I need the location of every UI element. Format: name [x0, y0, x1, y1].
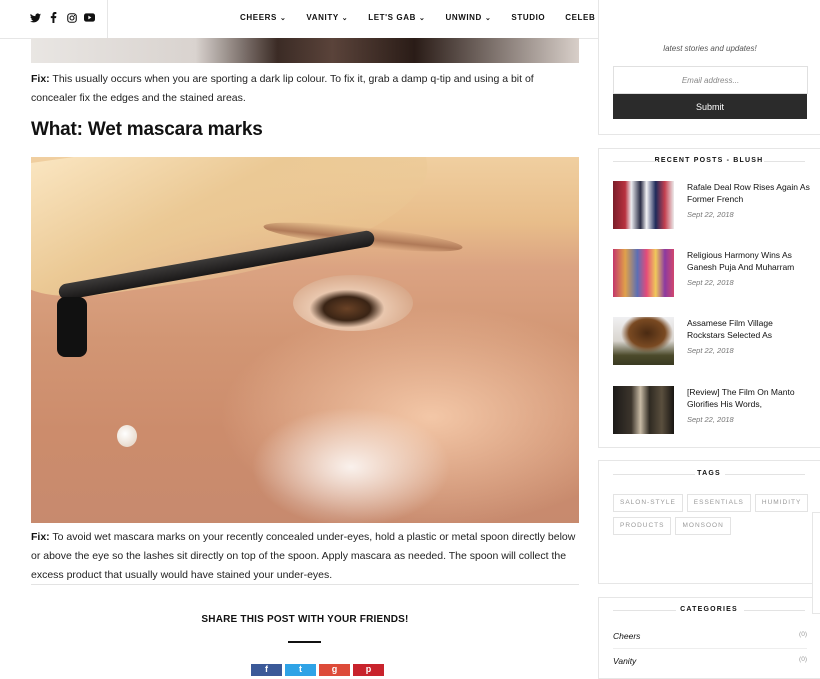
main-menu: CHEERS ⌄ VANITY ⌄ LET'S GAB ⌄ UNWIND ⌄ STUDI… — [240, 13, 644, 22]
twitter-icon[interactable] — [30, 12, 41, 23]
post-date: Sept 22, 2018 — [687, 278, 734, 287]
pinterest-share-button[interactable]: p — [353, 664, 384, 676]
menu-item-studio[interactable]: STUDIO — [511, 13, 545, 22]
menu-label: LET'S GAB — [368, 13, 416, 22]
fix-paragraph-2: Fix: To avoid wet mascara marks on your … — [31, 528, 579, 585]
recent-post-item[interactable]: Religious Harmony Wins As Ganesh Puja An… — [613, 249, 813, 297]
fix-paragraph-1: Fix: This usually occurs when you are sp… — [31, 70, 579, 108]
section-heading: What: Wet mascara marks — [31, 119, 263, 140]
post-title[interactable]: Religious Harmony Wins As Ganesh Puja An… — [687, 249, 812, 273]
recent-posts-title: RECENT POSTS - BLUSH — [598, 157, 820, 164]
categories-title: CATEGORIES — [598, 606, 820, 613]
recent-post-item[interactable]: [Review] The Film On Manto Glorifies His… — [613, 386, 813, 434]
tag[interactable]: MONSOON — [675, 517, 731, 535]
google-plus-share-button[interactable]: g — [319, 664, 350, 676]
social-links — [30, 12, 95, 23]
divider — [613, 648, 807, 649]
pinterest-icon: p — [365, 664, 372, 674]
menu-item-vanity[interactable]: VANITY ⌄ — [306, 13, 348, 22]
youtube-icon[interactable] — [84, 12, 95, 23]
tag[interactable]: SALON-STYLE — [613, 494, 683, 512]
menu-item-cheers[interactable]: CHEERS ⌄ — [240, 13, 286, 22]
divider — [31, 584, 579, 585]
floating-side-tab[interactable] — [812, 512, 820, 614]
post-date: Sept 22, 2018 — [687, 346, 734, 355]
fix-label: Fix: — [31, 73, 50, 85]
category-count: (0) — [799, 631, 807, 638]
chevron-down-icon: ⌄ — [341, 14, 349, 22]
recent-post-item[interactable]: Rafale Deal Row Rises Again As Former Fr… — [613, 181, 813, 229]
menu-item-lets-gab[interactable]: LET'S GAB ⌄ — [368, 13, 425, 22]
share-underline — [288, 641, 321, 643]
category-count: (0) — [799, 656, 807, 663]
menu-label: UNWIND — [445, 13, 482, 22]
menu-label: CHEERS — [240, 13, 277, 22]
recent-post-item[interactable]: Assamese Film Village Rockstars Selected… — [613, 317, 813, 365]
menu-label: VANITY — [306, 13, 339, 22]
instagram-icon[interactable] — [66, 12, 77, 23]
category-item-cheers[interactable]: Cheers (0) — [613, 631, 807, 641]
fix-text: To avoid wet mascara marks on your recen… — [31, 531, 576, 581]
twitter-share-button[interactable]: t — [285, 664, 316, 676]
post-title[interactable]: [Review] The Film On Manto Glorifies His… — [687, 386, 812, 410]
chevron-down-icon: ⌄ — [418, 14, 426, 22]
category-item-vanity[interactable]: Vanity (0) — [613, 656, 807, 666]
facebook-icon[interactable] — [48, 12, 59, 23]
tags-title: TAGS — [598, 470, 820, 477]
tag-list: SALON-STYLE ESSENTIALS HUMIDITY PRODUCTS… — [613, 494, 813, 535]
menu-item-unwind[interactable]: UNWIND ⌄ — [445, 13, 491, 22]
share-buttons: f t g p — [251, 664, 384, 676]
post-thumbnail[interactable] — [613, 317, 674, 365]
email-field[interactable]: Email address... — [613, 66, 808, 94]
post-thumbnail[interactable] — [613, 249, 674, 297]
previous-article-image — [31, 38, 579, 63]
category-name[interactable]: Cheers — [613, 631, 640, 641]
post-title[interactable]: Rafale Deal Row Rises Again As Former Fr… — [687, 181, 812, 205]
tag[interactable]: PRODUCTS — [613, 517, 672, 535]
post-date: Sept 22, 2018 — [687, 415, 734, 424]
post-date: Sept 22, 2018 — [687, 210, 734, 219]
post-title[interactable]: Assamese Film Village Rockstars Selected… — [687, 317, 812, 341]
chevron-down-icon: ⌄ — [279, 14, 287, 22]
submit-button[interactable]: Submit — [613, 94, 807, 119]
mascara-photo — [31, 157, 579, 523]
category-name[interactable]: Vanity — [613, 656, 636, 666]
post-thumbnail[interactable] — [613, 386, 674, 434]
menu-label: STUDIO — [511, 13, 546, 22]
nav-divider — [107, 0, 108, 38]
facebook-share-button[interactable]: f — [251, 664, 282, 676]
facebook-icon: f — [265, 664, 268, 674]
tag[interactable]: ESSENTIALS — [686, 494, 751, 512]
fix-text: This usually occurs when you are sportin… — [31, 73, 534, 104]
fix-label: Fix: — [31, 531, 50, 543]
share-title: SHARE THIS POST WITH YOUR FRIENDS! — [201, 614, 409, 625]
twitter-icon: t — [299, 664, 302, 674]
chevron-down-icon: ⌄ — [484, 14, 492, 22]
newsletter-text: latest stories and updates! — [663, 44, 757, 53]
post-thumbnail[interactable] — [613, 181, 674, 229]
tag[interactable]: HUMIDITY — [754, 494, 809, 512]
google-plus-icon: g — [331, 664, 338, 674]
